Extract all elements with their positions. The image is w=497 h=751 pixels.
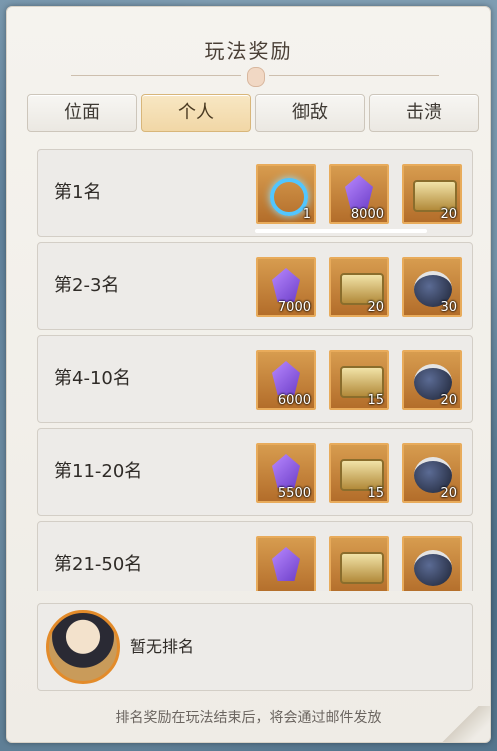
- item-quantity: 1: [302, 207, 311, 222]
- item-scroll-indicator: [255, 229, 427, 233]
- reward-list[interactable]: 第1名 1 8000 20 第2-3名 7000 20 30 第4-10名 60…: [37, 149, 473, 591]
- reward-item[interactable]: 5500: [256, 443, 316, 503]
- reward-row: 第2-3名 7000 20 30: [37, 242, 473, 330]
- reward-item[interactable]: [256, 536, 316, 591]
- title-divider-left: [71, 75, 241, 76]
- tab-rout[interactable]: 击溃: [369, 94, 479, 132]
- rank-label: 第4-10名: [54, 368, 131, 389]
- knot-ornament-icon: [247, 67, 265, 87]
- reward-item[interactable]: 20: [402, 443, 462, 503]
- item-quantity: 20: [440, 393, 457, 408]
- reward-row: 第1名 1 8000 20: [37, 149, 473, 237]
- item-quantity: 20: [440, 207, 457, 222]
- treasure-chest-icon: [340, 552, 384, 584]
- self-rank-card: 暂无排名: [37, 603, 473, 691]
- reward-row: 第21-50名: [37, 521, 473, 591]
- rank-label: 第1名: [54, 182, 102, 203]
- avatar[interactable]: [46, 610, 120, 684]
- rank-label: 第2-3名: [54, 275, 120, 296]
- reward-item[interactable]: [329, 536, 389, 591]
- purple-crystal-icon: [272, 547, 300, 581]
- item-quantity: 8000: [350, 207, 384, 222]
- item-quantity: 20: [440, 486, 457, 501]
- item-quantity: 6000: [277, 393, 311, 408]
- reward-item[interactable]: 20: [329, 257, 389, 317]
- reward-item[interactable]: 20: [402, 350, 462, 410]
- reward-item[interactable]: 15: [329, 443, 389, 503]
- tab-defense[interactable]: 御敌: [255, 94, 365, 132]
- footer-note: 排名奖励在玩法结束后，将会通过邮件发放: [115, 710, 382, 726]
- item-quantity: 20: [367, 300, 384, 315]
- reward-item[interactable]: 1: [256, 164, 316, 224]
- tab-bar: 位面 个人 御敌 击溃: [27, 94, 482, 132]
- item-quantity: 15: [367, 393, 384, 408]
- rank-label: 第11-20名: [54, 461, 143, 482]
- item-quantity: 5500: [277, 486, 311, 501]
- reward-row: 第4-10名 6000 15 20: [37, 335, 473, 423]
- rank-label: 第21-50名: [54, 554, 143, 575]
- reward-item[interactable]: 30: [402, 257, 462, 317]
- item-quantity: 15: [367, 486, 384, 501]
- tab-plane[interactable]: 位面: [27, 94, 137, 132]
- reward-item[interactable]: 6000: [256, 350, 316, 410]
- purple-crystal-icon: [345, 175, 373, 209]
- tab-personal[interactable]: 个人: [141, 94, 251, 132]
- item-quantity: 30: [440, 300, 457, 315]
- item-quantity: 7000: [277, 300, 311, 315]
- reward-panel: 玩法奖励 位面 个人 御敌 击溃 第1名 1 8000 20 第2-3名 700…: [6, 6, 491, 743]
- reward-item[interactable]: [402, 536, 462, 591]
- panel-title: 玩法奖励: [204, 39, 293, 63]
- self-rank-status: 暂无排名: [130, 637, 195, 656]
- title-divider-right: [269, 75, 439, 76]
- purple-crystal-icon: [272, 361, 300, 395]
- dark-orb-icon: [414, 550, 452, 586]
- reward-item[interactable]: 8000: [329, 164, 389, 224]
- reward-item[interactable]: 15: [329, 350, 389, 410]
- purple-crystal-icon: [272, 454, 300, 488]
- purple-crystal-icon: [272, 268, 300, 302]
- reward-item[interactable]: 7000: [256, 257, 316, 317]
- reward-row: 第11-20名 5500 15 20: [37, 428, 473, 516]
- reward-item[interactable]: 20: [402, 164, 462, 224]
